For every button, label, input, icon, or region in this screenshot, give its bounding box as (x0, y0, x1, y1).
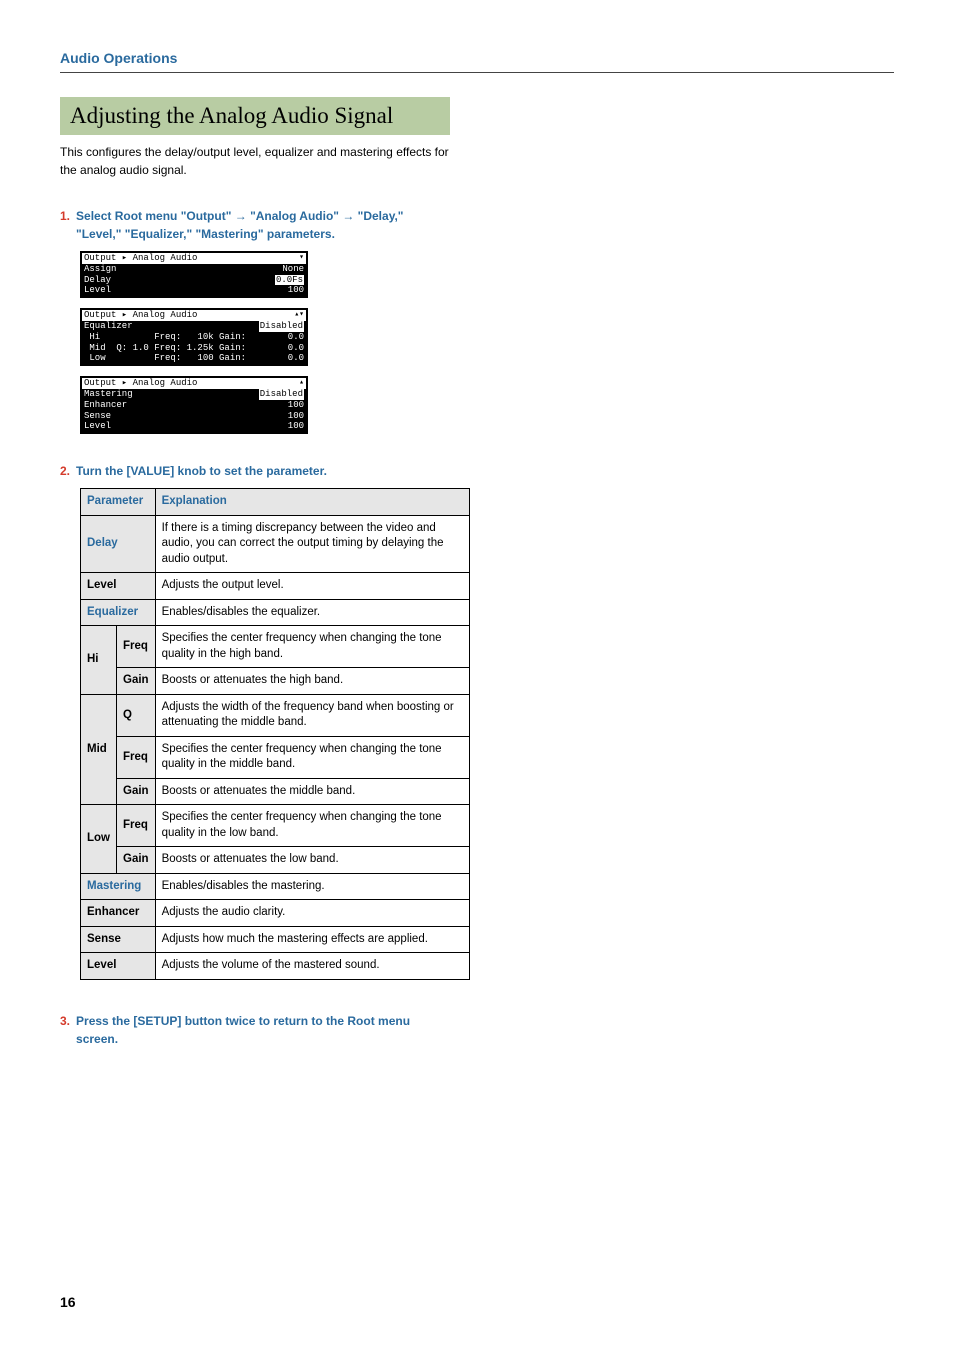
lcd-screen-2: Output ▸ Analog Audio ▴▾ Equalizer Disabl… (80, 308, 308, 366)
param-explanation: Boosts or attenuates the low band. (155, 847, 469, 874)
param-name: Level (81, 573, 156, 600)
param-sub: Freq (117, 736, 156, 778)
step-2: 2. Turn the [VALUE] knob to set the para… (60, 462, 450, 480)
lcd-label: Delay (84, 275, 111, 286)
table-row: Mastering Enables/disables the mastering… (81, 873, 470, 900)
lcd-label: Mastering (84, 389, 133, 400)
param-name: Mastering (81, 873, 156, 900)
parameter-table: Parameter Explanation Delay If there is … (80, 488, 470, 980)
param-group: Low (81, 805, 117, 874)
param-explanation: Boosts or attenuates the middle band. (155, 778, 469, 805)
table-row: Enhancer Adjusts the audio clarity. (81, 900, 470, 927)
table-row: Level Adjusts the output level. (81, 573, 470, 600)
table-row: Mid Q Adjusts the width of the frequency… (81, 694, 470, 736)
lcd-label: Equalizer (84, 321, 133, 332)
param-explanation: Enables/disables the mastering. (155, 873, 469, 900)
lcd-breadcrumb: Output ▸ Analog Audio (84, 253, 197, 264)
lcd-label: Level (84, 285, 111, 296)
param-explanation: If there is a timing discrepancy between… (155, 515, 469, 573)
param-explanation: Adjusts the audio clarity. (155, 900, 469, 927)
lcd-screenshots: Output ▸ Analog Audio ▾ Assign None Delay… (60, 251, 894, 434)
table-row: Low Freq Specifies the center frequency … (81, 805, 470, 847)
col-parameter: Parameter (81, 489, 156, 516)
lcd-value-selected: 0.0Fs (275, 275, 304, 286)
table-row: Gain Boosts or attenuates the low band. (81, 847, 470, 874)
lcd-value: 0.0 (288, 343, 304, 354)
param-name: Sense (81, 926, 156, 953)
table-row: Equalizer Enables/disables the equalizer… (81, 599, 470, 626)
lcd-label: Level (84, 421, 111, 432)
table-header-row: Parameter Explanation (81, 489, 470, 516)
lcd-label: Mid Q: 1.0 Freq: 1.25k Gain: (84, 343, 246, 354)
lcd-value: 100 (288, 411, 304, 422)
param-name: Level (81, 953, 156, 980)
param-explanation: Adjusts the output level. (155, 573, 469, 600)
param-group: Hi (81, 626, 117, 695)
page-header: Audio Operations (60, 50, 894, 73)
table-row: Hi Freq Specifies the center frequency w… (81, 626, 470, 668)
step-1: 1. Select Root menu "Output" → "Analog A… (60, 207, 450, 243)
param-explanation: Adjusts the width of the frequency band … (155, 694, 469, 736)
step-number: 1. (60, 207, 70, 243)
lcd-value: 100 (288, 421, 304, 432)
lcd-label: Enhancer (84, 400, 127, 411)
lcd-value-selected: Disabled (259, 389, 304, 400)
lcd-screen-1: Output ▸ Analog Audio ▾ Assign None Delay… (80, 251, 308, 298)
table-row: Freq Specifies the center frequency when… (81, 736, 470, 778)
lcd-label: Sense (84, 411, 111, 422)
param-sub: Gain (117, 847, 156, 874)
table-row: Gain Boosts or attenuates the high band. (81, 668, 470, 695)
param-explanation: Adjusts the volume of the mastered sound… (155, 953, 469, 980)
param-explanation: Specifies the center frequency when chan… (155, 626, 469, 668)
step-text: Press the [SETUP] button twice to return… (76, 1012, 450, 1048)
section-title: Adjusting the Analog Audio Signal (60, 97, 450, 135)
table-row: Level Adjusts the volume of the mastered… (81, 953, 470, 980)
down-arrow-icon: ▾ (299, 253, 304, 264)
param-name: Equalizer (81, 599, 156, 626)
lcd-label: Low Freq: 100 Gain: (84, 353, 246, 364)
lcd-value: 0.0 (288, 353, 304, 364)
param-sub: Freq (117, 626, 156, 668)
lcd-value-selected: Disabled (259, 321, 304, 332)
lcd-label: Assign (84, 264, 116, 275)
lcd-value: None (282, 264, 304, 275)
lcd-breadcrumb: Output ▸ Analog Audio (84, 378, 197, 389)
table-row: Sense Adjusts how much the mastering eff… (81, 926, 470, 953)
step-number: 2. (60, 462, 70, 480)
section-intro: This configures the delay/output level, … (60, 143, 450, 179)
lcd-breadcrumb: Output ▸ Analog Audio (84, 310, 197, 321)
param-name: Enhancer (81, 900, 156, 927)
col-explanation: Explanation (155, 489, 469, 516)
param-name: Delay (81, 515, 156, 573)
param-group: Mid (81, 694, 117, 805)
param-explanation: Specifies the center frequency when chan… (155, 805, 469, 847)
step-number: 3. (60, 1012, 70, 1048)
param-explanation: Enables/disables the equalizer. (155, 599, 469, 626)
lcd-label: Hi Freq: 10k Gain: (84, 332, 246, 343)
step-3: 3. Press the [SETUP] button twice to ret… (60, 1012, 450, 1048)
param-sub: Gain (117, 778, 156, 805)
up-down-arrow-icon: ▴▾ (294, 310, 304, 321)
lcd-value: 0.0 (288, 332, 304, 343)
up-arrow-icon: ▴ (299, 378, 304, 389)
lcd-value: 100 (288, 285, 304, 296)
page-number: 16 (60, 1294, 76, 1310)
param-sub: Freq (117, 805, 156, 847)
param-explanation: Boosts or attenuates the high band. (155, 668, 469, 695)
param-sub: Gain (117, 668, 156, 695)
param-sub: Q (117, 694, 156, 736)
param-explanation: Adjusts how much the mastering effects a… (155, 926, 469, 953)
lcd-value: 100 (288, 400, 304, 411)
table-row: Gain Boosts or attenuates the middle ban… (81, 778, 470, 805)
step-text: Select Root menu "Output" → "Analog Audi… (76, 207, 450, 243)
table-row: Delay If there is a timing discrepancy b… (81, 515, 470, 573)
param-explanation: Specifies the center frequency when chan… (155, 736, 469, 778)
lcd-screen-3: Output ▸ Analog Audio ▴ Mastering Disable… (80, 376, 308, 434)
step-text: Turn the [VALUE] knob to set the paramet… (76, 462, 450, 480)
